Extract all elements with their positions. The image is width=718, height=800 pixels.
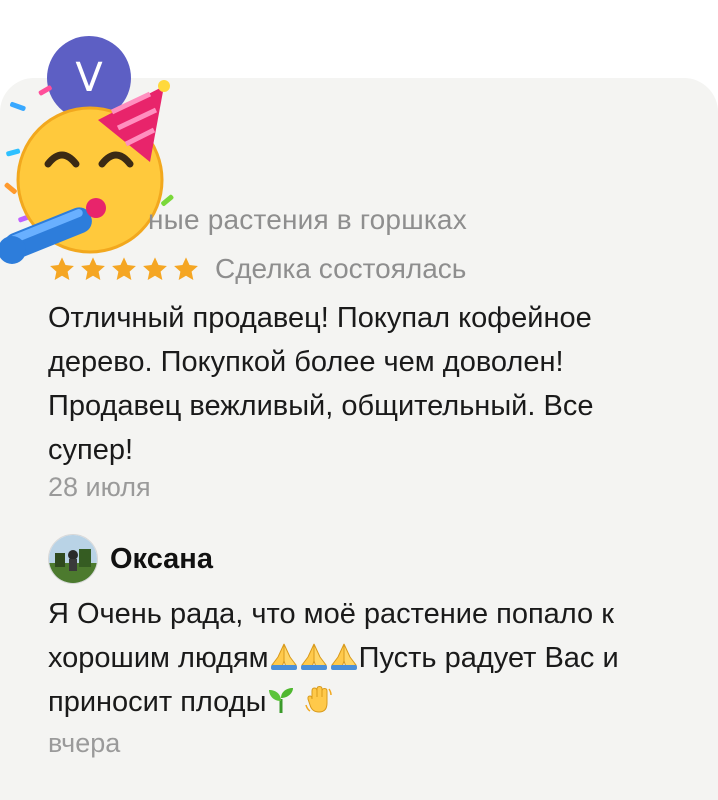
seller-name: Оксана <box>110 542 213 575</box>
review-date: 28 июля <box>48 472 151 502</box>
rating-row: Сделка состоялась <box>48 252 466 286</box>
reply-header: Оксана <box>48 534 213 584</box>
star-icon <box>174 257 198 280</box>
reply-date: вчера <box>48 728 121 758</box>
seller-avatar[interactable] <box>48 534 98 584</box>
seller-photo-icon <box>49 535 97 583</box>
star-icon <box>81 257 105 280</box>
star-icon <box>112 257 136 280</box>
reply-text: Я Очень рада, что моё растение попало к … <box>48 592 688 724</box>
praying-hands-icon <box>269 641 299 671</box>
listing-category[interactable]: ные растения в горшках <box>148 204 467 236</box>
star-icon <box>143 257 167 280</box>
deal-status: Сделка состоялась <box>215 253 467 284</box>
star-icon <box>50 257 74 280</box>
star-rating <box>48 255 203 283</box>
praying-hands-icon <box>329 641 359 671</box>
waving-hand-icon <box>304 685 334 715</box>
party-face-icon <box>0 80 174 264</box>
praying-hands-icon <box>299 641 329 671</box>
review-text: Отличный продавец! Покупал кофейное дере… <box>48 302 594 466</box>
seedling-icon <box>266 685 296 715</box>
